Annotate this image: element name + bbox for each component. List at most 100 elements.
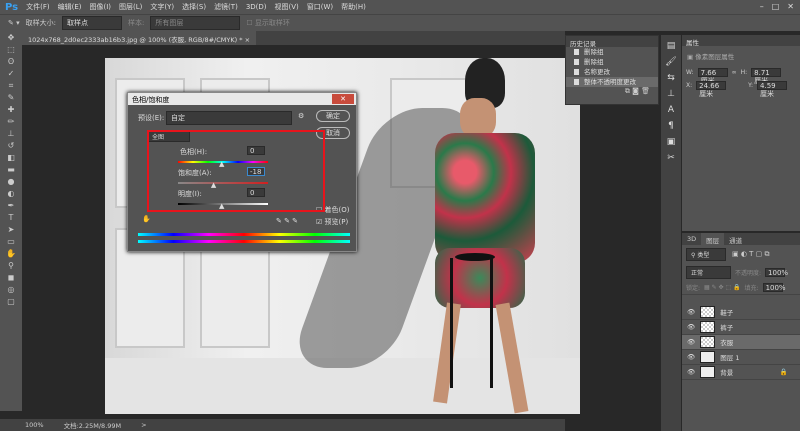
eye-icon[interactable]: 👁 bbox=[687, 353, 695, 361]
layer-row[interactable]: 👁 鞋子 bbox=[682, 305, 800, 320]
link-icon[interactable]: ∞ bbox=[732, 69, 737, 76]
eye-icon[interactable]: 👁 bbox=[687, 323, 695, 331]
menu-type[interactable]: 文字(Y) bbox=[150, 2, 174, 12]
history-item[interactable]: 删除组 bbox=[566, 57, 658, 67]
history-panel-title[interactable]: 历史记录 bbox=[566, 36, 658, 48]
quick-select-icon[interactable]: ✓ bbox=[4, 69, 18, 79]
dodge-tool-icon[interactable]: ◐ bbox=[4, 189, 18, 199]
opacity-label: 不透明度: bbox=[735, 270, 762, 277]
blend-mode-select[interactable]: 正常 bbox=[686, 266, 731, 279]
stamp-tool-icon[interactable]: ⊥ bbox=[4, 129, 18, 139]
close-button[interactable]: ✕ bbox=[787, 2, 794, 11]
y-input[interactable]: 4.59 厘米 bbox=[757, 81, 788, 98]
move-tool-icon[interactable]: ✥ bbox=[4, 33, 18, 43]
eyedropper-icon[interactable]: ✎ ▾ bbox=[8, 19, 20, 27]
lasso-tool-icon[interactable]: ʘ bbox=[4, 57, 18, 67]
adjust-icon[interactable]: ⇆ bbox=[661, 73, 681, 83]
eye-icon[interactable]: 👁 bbox=[687, 338, 695, 346]
menu-layer[interactable]: 图层(L) bbox=[119, 2, 142, 12]
layer-thumbnail bbox=[700, 321, 716, 333]
preset-options-icon[interactable]: ⚙ bbox=[298, 112, 304, 120]
preview-checkbox[interactable]: ☑ 预览(P) bbox=[316, 217, 348, 227]
character-icon[interactable]: A bbox=[661, 105, 681, 115]
tab-3d[interactable]: 3D bbox=[682, 233, 701, 245]
dialog-close-button[interactable]: ✕ bbox=[332, 94, 354, 104]
crop-tool-icon[interactable]: ⌗ bbox=[4, 81, 18, 91]
fill-label: 填充: bbox=[744, 285, 759, 292]
menu-filter[interactable]: 滤镜(T) bbox=[214, 2, 238, 12]
preview-label: 预览(P) bbox=[324, 218, 349, 226]
tab-close-icon[interactable]: × bbox=[245, 36, 250, 44]
paragraph-icon[interactable]: ¶ bbox=[661, 121, 681, 131]
eyedropper-icons[interactable]: ✎ ✎ ✎ bbox=[276, 217, 298, 225]
eye-icon[interactable]: 👁 bbox=[687, 308, 695, 316]
ok-button[interactable]: 确定 bbox=[316, 110, 350, 122]
menu-image[interactable]: 图像(I) bbox=[90, 2, 112, 12]
preset-select[interactable]: 自定 bbox=[166, 111, 292, 125]
shape-tool-icon[interactable]: ▭ bbox=[4, 237, 18, 247]
menu-3d[interactable]: 3D(D) bbox=[246, 3, 267, 11]
layer-row-active[interactable]: 👁 衣服 bbox=[682, 335, 800, 350]
brush-icon[interactable]: 🖌 bbox=[661, 57, 681, 67]
sample-select[interactable]: 所有图层 bbox=[150, 16, 241, 30]
sample-size-select[interactable]: 取样点 bbox=[61, 16, 122, 30]
document-size: 文档:2.25M/8.99M bbox=[63, 422, 122, 430]
fill-input[interactable]: 100% bbox=[762, 283, 786, 292]
history-icon[interactable]: ▤ bbox=[661, 41, 681, 51]
path-select-icon[interactable]: ➤ bbox=[4, 225, 18, 235]
zoom-tool-icon[interactable]: ⚲ bbox=[4, 261, 18, 271]
status-bar: 100% 文档:2.25M/8.99M > bbox=[0, 419, 565, 431]
x-input[interactable]: 24.66 厘米 bbox=[696, 81, 727, 98]
layer-comps-icon[interactable]: ▣ bbox=[661, 137, 681, 147]
layer-filter-select[interactable]: ⚲ 类型 bbox=[686, 248, 726, 261]
tool-presets-icon[interactable]: ✂ bbox=[661, 153, 681, 163]
screen-mode-icon[interactable]: ▢ bbox=[4, 297, 18, 307]
document-tab[interactable]: 1024x768_2d0ec2333ab16b3.jpg @ 100% (衣服,… bbox=[22, 31, 257, 45]
blur-tool-icon[interactable]: ● bbox=[4, 177, 18, 187]
menu-edit[interactable]: 编辑(E) bbox=[58, 2, 82, 12]
tab-channels[interactable]: 通道 bbox=[724, 233, 747, 245]
layer-row[interactable]: 👁 裤子 bbox=[682, 320, 800, 335]
opacity-input[interactable]: 100% bbox=[765, 268, 788, 277]
history-item[interactable]: 删除组 bbox=[566, 47, 658, 57]
h-label: H: bbox=[740, 69, 748, 76]
eyedropper-tool-icon[interactable]: ✎ bbox=[4, 93, 18, 103]
zoom-level[interactable]: 100% bbox=[25, 421, 44, 429]
healing-tool-icon[interactable]: ✚ bbox=[4, 105, 18, 115]
tab-layers[interactable]: 图层 bbox=[701, 233, 725, 245]
history-brush-icon[interactable]: ↺ bbox=[4, 141, 18, 151]
menu-help[interactable]: 帮助(H) bbox=[341, 2, 366, 12]
clone-source-icon[interactable]: ⊥ bbox=[661, 89, 681, 99]
status-arrow[interactable]: > bbox=[141, 421, 146, 429]
layer-row[interactable]: 👁 图层 1 bbox=[682, 350, 800, 365]
menu-window[interactable]: 窗口(W) bbox=[307, 2, 333, 12]
menu-select[interactable]: 选择(S) bbox=[182, 2, 206, 12]
menu-view[interactable]: 视图(V) bbox=[275, 2, 299, 12]
lock-icons[interactable]: ▦ ✎ ✥ ⬚ 🔒 bbox=[704, 284, 741, 291]
type-tool-icon[interactable]: T bbox=[4, 213, 18, 223]
hand-tool-icon[interactable]: ✋ bbox=[4, 249, 18, 259]
eraser-tool-icon[interactable]: ◧ bbox=[4, 153, 18, 163]
brush-tool-icon[interactable]: ✏ bbox=[4, 117, 18, 127]
eye-icon[interactable]: 👁 bbox=[687, 368, 695, 376]
marquee-tool-icon[interactable]: ⬚ bbox=[4, 45, 18, 55]
history-actions[interactable]: ⧉ ◙ 🗑 bbox=[566, 87, 658, 96]
maximize-button[interactable]: □ bbox=[772, 2, 780, 11]
layer-row[interactable]: 👁 背景 🔒 bbox=[682, 365, 800, 380]
history-item[interactable]: 名称更改 bbox=[566, 67, 658, 77]
pen-tool-icon[interactable]: ✒ bbox=[4, 201, 18, 211]
show-ring-checkbox[interactable]: ☐ 显示取样环 bbox=[246, 18, 290, 28]
history-panel: 历史记录 删除组 删除组 名称更改 整体不透明度更改 ⧉ ◙ 🗑 bbox=[565, 35, 659, 105]
color-bar-bottom bbox=[138, 240, 350, 243]
history-item-active[interactable]: 整体不透明度更改 bbox=[566, 77, 658, 87]
width-input[interactable]: 7.66 厘米 bbox=[697, 68, 728, 85]
filter-icons[interactable]: ▣ ◐ T ▢ ⧉ bbox=[732, 250, 770, 259]
minimize-button[interactable]: – bbox=[760, 2, 764, 11]
height-input[interactable]: 8.71 厘米 bbox=[751, 68, 782, 85]
targeted-adjust-hand-icon[interactable]: ✋ bbox=[142, 215, 151, 223]
properties-title[interactable]: 属性 bbox=[682, 35, 800, 47]
color-swatches-icon[interactable]: ◼ bbox=[4, 273, 18, 283]
menu-file[interactable]: 文件(F) bbox=[26, 2, 50, 12]
gradient-tool-icon[interactable]: ▬ bbox=[4, 165, 18, 175]
quick-mask-icon[interactable]: ◎ bbox=[4, 285, 18, 295]
